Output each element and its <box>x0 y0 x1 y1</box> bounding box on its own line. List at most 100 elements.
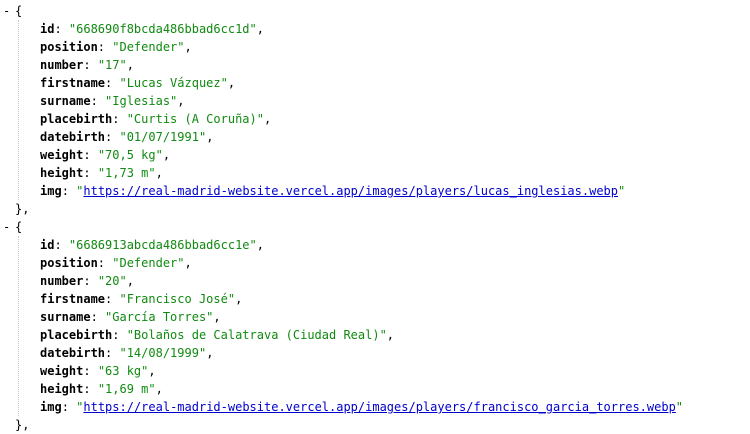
json-colon: : <box>54 238 69 252</box>
open-brace: { <box>15 4 23 18</box>
comma: , <box>155 166 163 180</box>
json-field-number: number: "17", <box>40 56 134 74</box>
indent-guide <box>18 236 19 416</box>
json-key: placebirth <box>40 328 113 342</box>
indent-guide <box>18 20 19 200</box>
json-value: "Defender" <box>112 40 185 54</box>
json-field-placebirth: placebirth: "Bolaños de Calatrava (Ciuda… <box>40 326 394 344</box>
comma: , <box>213 310 221 324</box>
json-value: "Francisco José" <box>119 292 236 306</box>
comma: , <box>126 58 134 72</box>
json-value: "70,5 kg" <box>97 148 163 162</box>
comma: , <box>256 238 264 252</box>
json-colon: : <box>83 166 98 180</box>
json-colon: : <box>83 274 98 288</box>
json-colon: : <box>90 310 106 324</box>
json-field-img: img: "https://real-madrid-website.vercel… <box>40 182 625 200</box>
json-field-id: id: "668690f8bcda486bbad6cc1d", <box>40 20 264 38</box>
json-field-img: img: "https://real-madrid-website.vercel… <box>40 398 683 416</box>
json-value: "14/08/1999" <box>119 346 207 360</box>
quote: " <box>618 184 626 198</box>
json-value: "Curtis (A Coruña)" <box>126 112 264 126</box>
json-key: id <box>40 238 55 252</box>
json-key: id <box>40 22 55 36</box>
json-colon: : <box>105 76 120 90</box>
json-value: "668690f8bcda486bbad6cc1d" <box>68 22 257 36</box>
comma: , <box>227 76 236 90</box>
json-field-number: number: "20", <box>40 272 134 290</box>
json-colon: : <box>61 400 77 414</box>
json-colon: : <box>112 328 127 342</box>
json-field-placebirth: placebirth: "Curtis (A Coruña)", <box>40 110 271 128</box>
image-url-link[interactable]: https://real-madrid-website.vercel.app/i… <box>83 400 675 414</box>
json-key: datebirth <box>40 346 106 360</box>
json-value: "01/07/1991" <box>119 130 207 144</box>
comma: , <box>263 112 272 126</box>
json-field-id: id: "6686913abcda486bbad6cc1e", <box>40 236 264 254</box>
json-colon: : <box>61 184 77 198</box>
json-field-firstname: firstname: "Francisco José", <box>40 290 242 308</box>
close-brace: }, <box>15 202 30 216</box>
json-key: height <box>40 382 84 396</box>
json-field-height: height: "1,69 m", <box>40 380 163 398</box>
quote: " <box>675 400 684 414</box>
json-colon: : <box>83 382 98 396</box>
json-key: weight <box>40 364 84 378</box>
json-field-surname: surname: "García Torres", <box>40 308 221 326</box>
json-viewer: -{id: "668690f8bcda486bbad6cc1d", positio… <box>0 0 750 432</box>
json-colon: : <box>83 58 98 72</box>
json-key: img <box>40 400 62 414</box>
json-key: position <box>40 256 98 270</box>
json-value: "17" <box>97 58 127 72</box>
json-key: datebirth <box>40 130 106 144</box>
json-value: "Iglesias" <box>105 94 178 108</box>
open-brace: { <box>15 220 23 234</box>
json-value: "Defender" <box>112 256 185 270</box>
json-field-height: height: "1,73 m", <box>40 164 163 182</box>
json-value: "6686913abcda486bbad6cc1e" <box>68 238 257 252</box>
json-field-weight: weight: "63 kg", <box>40 362 156 380</box>
json-colon: : <box>105 292 120 306</box>
json-key: surname <box>40 310 91 324</box>
comma: , <box>206 130 214 144</box>
json-field-surname: surname: "Iglesias", <box>40 92 185 110</box>
json-key: img <box>40 184 62 198</box>
json-key: placebirth <box>40 112 113 126</box>
json-field-position: position: "Defender", <box>40 38 192 56</box>
json-key: number <box>40 58 84 72</box>
json-field-firstname: firstname: "Lucas Vázquez", <box>40 74 235 92</box>
json-key: firstname <box>40 292 106 306</box>
comma: , <box>177 94 185 108</box>
json-key: firstname <box>40 76 106 90</box>
comma: , <box>126 274 134 288</box>
close-brace: }, <box>15 418 30 432</box>
json-key: position <box>40 40 98 54</box>
json-colon: : <box>90 94 106 108</box>
json-key: weight <box>40 148 84 162</box>
collapse-toggle[interactable]: - <box>3 218 13 236</box>
comma: , <box>184 256 192 270</box>
json-key: height <box>40 166 84 180</box>
json-field-weight: weight: "70,5 kg", <box>40 146 170 164</box>
collapse-toggle[interactable]: - <box>3 2 13 20</box>
json-value: "1,73 m" <box>97 166 156 180</box>
json-value: "1,69 m" <box>97 382 156 396</box>
comma: , <box>162 148 171 162</box>
json-colon: : <box>97 40 113 54</box>
json-colon: : <box>105 346 120 360</box>
json-colon: : <box>83 364 98 378</box>
json-value: "Lucas Vázquez" <box>119 76 228 90</box>
json-value: "20" <box>97 274 127 288</box>
comma: , <box>184 40 192 54</box>
json-field-datebirth: datebirth: "14/08/1999", <box>40 344 213 362</box>
comma: , <box>256 22 264 36</box>
json-value: "Bolaños de Calatrava (Ciudad Real)" <box>126 328 387 342</box>
comma: , <box>155 382 163 396</box>
json-colon: : <box>97 256 113 270</box>
comma: , <box>148 364 156 378</box>
json-field-datebirth: datebirth: "01/07/1991", <box>40 128 213 146</box>
json-value: "63 kg" <box>97 364 149 378</box>
image-url-link[interactable]: https://real-madrid-website.vercel.app/i… <box>83 184 618 198</box>
json-colon: : <box>112 112 127 126</box>
json-field-position: position: "Defender", <box>40 254 192 272</box>
